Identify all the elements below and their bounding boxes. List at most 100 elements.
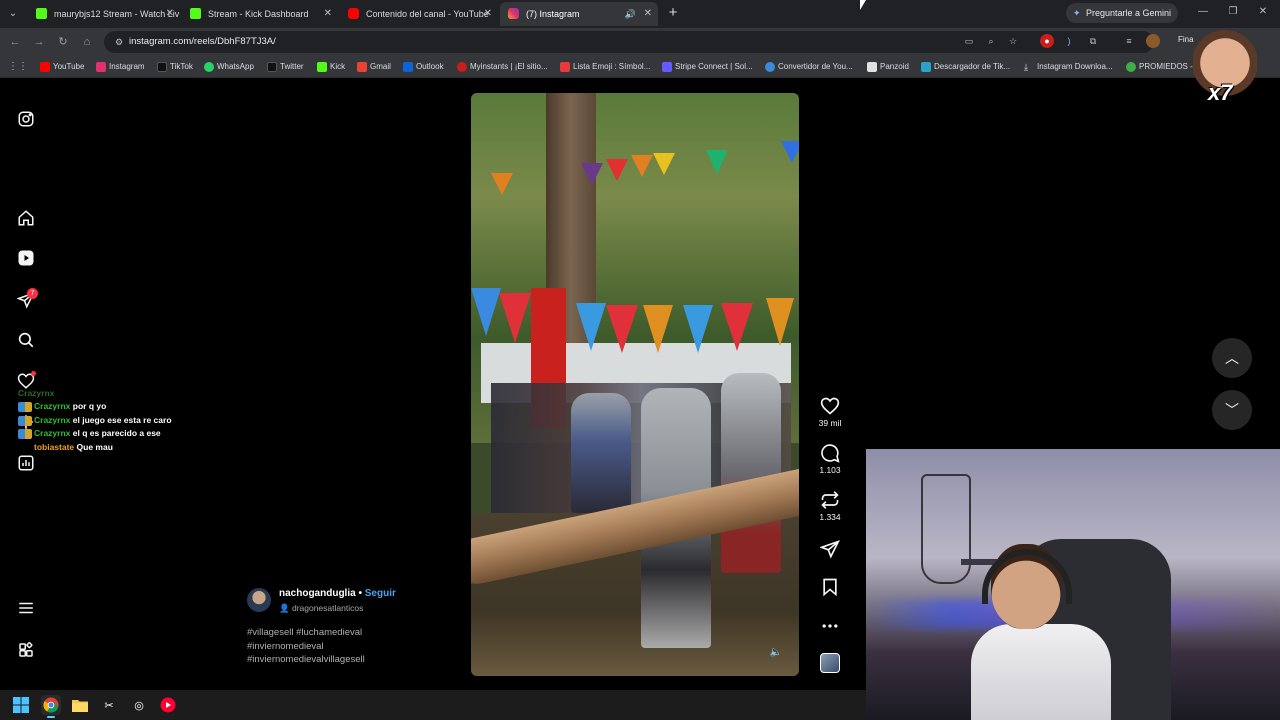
bookmark-star-icon[interactable]: ☆ (1006, 34, 1020, 48)
tab-kick-stream[interactable]: maurybjs12 Stream - Watch Liv ✕ (28, 2, 180, 26)
previous-reel-button[interactable]: ︿ (1212, 338, 1252, 378)
knight-figure (721, 373, 781, 573)
author-username[interactable]: nachoganduglia (279, 588, 356, 599)
chrome-icon[interactable] (41, 695, 61, 715)
profile-avatar[interactable] (1146, 34, 1160, 48)
close-icon[interactable]: ✕ (644, 2, 652, 26)
tab-search-button[interactable]: ⌄ (4, 5, 22, 23)
bookmark-panzoid[interactable]: Panzoid (867, 56, 909, 78)
close-icon[interactable]: ✕ (484, 2, 492, 26)
bookmark-outlook[interactable]: Outlook (403, 56, 444, 78)
home-icon[interactable] (14, 206, 38, 230)
extension-red-icon[interactable]: ● (1040, 34, 1054, 48)
apps-icon[interactable] (14, 638, 38, 662)
extensions-puzzle-icon[interactable]: ⧉ (1086, 34, 1100, 48)
bookmark-label: Outlook (416, 62, 444, 71)
chat-username: Crazyrnx (34, 401, 71, 411)
apps-grid-icon[interactable]: ⋮⋮ (8, 61, 28, 73)
tab-instagram[interactable]: (7) Instagram 🔊 ✕ (500, 2, 658, 26)
bunting-flag (706, 150, 728, 174)
messages-icon[interactable]: 7 (14, 288, 38, 312)
chat-badges-icon (18, 402, 32, 412)
chat-text: por q yo (72, 401, 107, 411)
extension-audio-icon[interactable]: ) (1062, 34, 1076, 48)
bookmark-whatsapp[interactable]: WhatsApp (204, 56, 254, 78)
home-button[interactable]: ⌂ (78, 33, 96, 51)
speaker-icon[interactable]: 🔊 (625, 2, 636, 26)
bookmark-tiktok[interactable]: TikTok (157, 56, 193, 78)
volume-icon[interactable]: 🔈 (769, 646, 783, 660)
bookmark-promiedos[interactable]: PROMIEDOS - F (1126, 56, 1200, 78)
audio-line[interactable]: 👤 dragonesatlanticos (279, 603, 363, 614)
gemini-sparkle-icon: ✦ (1073, 8, 1081, 18)
hashtag-line[interactable]: #inviernomedieval (247, 640, 467, 654)
file-explorer-icon[interactable] (70, 695, 90, 715)
like-button[interactable]: 39 mil (810, 396, 850, 428)
chat-username: Crazyrnx (34, 428, 71, 438)
separator-dot: • (358, 588, 362, 599)
forward-button[interactable]: → (30, 33, 48, 51)
youtube-app-icon[interactable] (158, 695, 178, 715)
tab-title: Stream - Kick Dashboard (208, 9, 309, 19)
menu-icon[interactable] (14, 596, 38, 620)
reading-list-icon[interactable]: ≡ (1122, 34, 1136, 48)
chat-faded-line: Crazyrnx (18, 388, 55, 398)
zoom-icon[interactable]: ⌕ (984, 34, 998, 48)
more-options-button[interactable] (810, 616, 850, 636)
bookmark-emoji-list[interactable]: Lista Emoji : Símbol... (560, 56, 650, 78)
pennant-flag (499, 293, 531, 343)
bookmark-label: Panzoid (880, 62, 909, 71)
bookmark-myinstants[interactable]: Myinstants | ¡El sitio... (457, 56, 548, 78)
heart-icon (820, 397, 840, 415)
x-icon (267, 62, 277, 72)
comments-count: 1.103 (819, 465, 841, 475)
instagram-sidebar: 7 (0, 78, 52, 690)
save-button[interactable] (810, 577, 850, 597)
hashtag-line[interactable]: #inviernomedievalvillagesell (247, 653, 467, 667)
repost-button[interactable]: 1.334 (810, 490, 850, 522)
minimize-button[interactable]: — (1195, 4, 1211, 20)
bookmark-converter[interactable]: Convertidor de You... (765, 56, 853, 78)
search-icon[interactable] (14, 328, 38, 352)
ask-gemini-button[interactable]: ✦ Preguntarle a Gemini (1066, 3, 1178, 23)
reels-icon[interactable] (14, 246, 38, 270)
bookmark-instagram-downloader[interactable]: ⤓ Instagram Downloa... (1024, 56, 1113, 78)
site-info-icon[interactable]: ⚙ (112, 35, 126, 49)
audio-thumbnail[interactable] (820, 653, 840, 673)
profile-label[interactable]: Fina (1178, 35, 1194, 44)
bookmark-youtube[interactable]: YouTube (40, 56, 84, 78)
author-avatar[interactable] (247, 588, 271, 612)
bunting-flag (491, 173, 513, 195)
wall-drawing (921, 474, 971, 584)
new-tab-button[interactable]: + (664, 4, 682, 22)
activity-dot (31, 371, 36, 376)
instagram-logo-icon[interactable] (14, 107, 38, 131)
bookmark-stripe[interactable]: Stripe Connect | Sol... (662, 56, 753, 78)
tab-youtube-studio[interactable]: Contenido del canal - YouTube ✕ (340, 2, 498, 26)
next-reel-button[interactable]: ﹀ (1212, 390, 1252, 430)
bookmark-gmail[interactable]: Gmail (357, 56, 391, 78)
close-icon[interactable]: ✕ (166, 2, 174, 26)
reel-video[interactable]: 🔈 (471, 93, 799, 676)
pennant-flag (721, 303, 753, 351)
bookmark-instagram[interactable]: Instagram (96, 56, 145, 78)
capcut-icon[interactable]: ✂ (99, 695, 119, 715)
hashtag-line[interactable]: #villagesell #luchamedieval (247, 626, 467, 640)
tab-kick-dashboard[interactable]: Stream - Kick Dashboard ✕ (182, 2, 338, 26)
url-text[interactable]: instagram.com/reels/DbhF87TJ3A/ (129, 31, 276, 53)
chat-badges-icon (18, 429, 32, 439)
cast-icon[interactable]: ▭ (962, 34, 976, 48)
comment-button[interactable]: 1.103 (810, 443, 850, 475)
close-icon[interactable]: ✕ (324, 2, 332, 26)
restore-button[interactable]: ❐ (1225, 4, 1241, 20)
bookmark-kick[interactable]: Kick (317, 56, 345, 78)
follow-button[interactable]: Seguir (365, 588, 396, 599)
bookmark-twitter[interactable]: Twitter (267, 56, 304, 78)
close-window-button[interactable]: ✕ (1255, 4, 1271, 20)
bookmark-tiktok-downloader[interactable]: Descargador de Tik... (921, 56, 1010, 78)
back-button[interactable]: ← (6, 33, 24, 51)
share-button[interactable] (810, 539, 850, 559)
windows-start-icon[interactable] (11, 695, 31, 715)
reload-button[interactable]: ↻ (54, 33, 72, 51)
obs-icon[interactable]: ◎ (129, 695, 149, 715)
